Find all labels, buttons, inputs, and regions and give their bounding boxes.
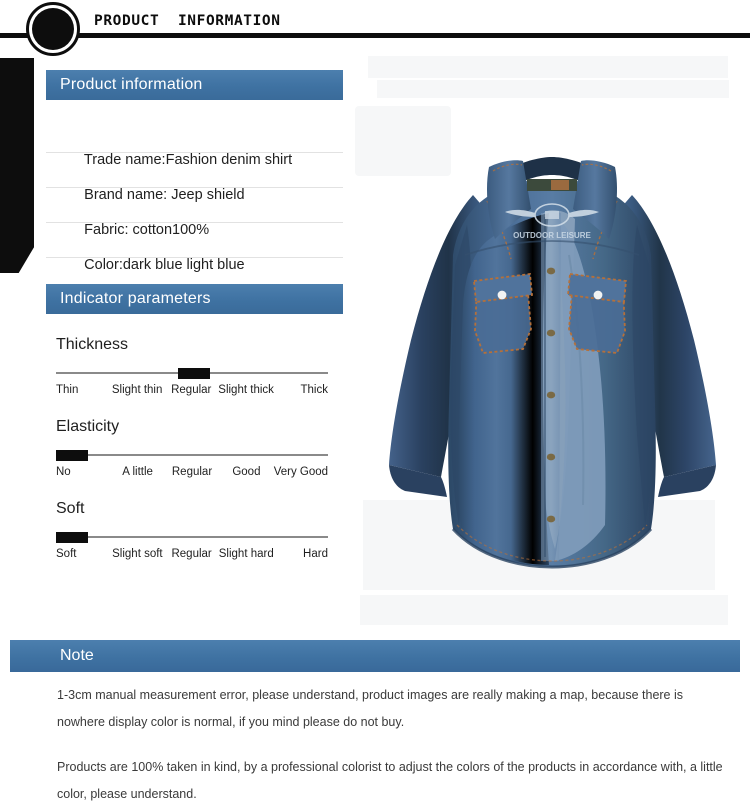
slider-tick-label: Slight thick xyxy=(218,384,274,396)
brand-logo-text: OUTDOOR LEISURE xyxy=(513,231,591,240)
info-row-trade-name: Trade name:Fashion denim shirt xyxy=(46,118,343,168)
param-title: Elasticity xyxy=(56,418,120,435)
slider-elasticity[interactable] xyxy=(56,450,328,461)
info-value: Fashion denim shirt xyxy=(165,152,293,168)
slider-tick-label: Soft xyxy=(56,548,77,560)
section-header-product-information: Product information xyxy=(46,70,343,100)
slider-track xyxy=(56,536,328,538)
param-block-soft: Soft Soft Slight soft Regular Slight har… xyxy=(46,500,343,560)
slider-tick-label: Regular xyxy=(171,384,212,396)
info-value: Jeep shield xyxy=(171,187,245,203)
slider-thumb[interactable] xyxy=(56,450,88,461)
neck-label-accent xyxy=(551,180,569,190)
slider-tick-labels: Soft Slight soft Regular Slight hard Har… xyxy=(56,548,328,560)
slider-tick-label: Thin xyxy=(56,384,79,396)
info-label: Brand name: xyxy=(84,187,172,203)
slider-tick-labels: Thin Slight thin Regular Slight thick Th… xyxy=(56,384,328,396)
background-panel xyxy=(368,56,728,78)
slider-thumb[interactable] xyxy=(178,368,211,379)
header-rule xyxy=(0,33,750,38)
slider-track xyxy=(56,454,328,456)
pocket-snap-button xyxy=(497,290,507,300)
shirt-left-chest-pocket xyxy=(473,272,533,354)
slider-thickness[interactable] xyxy=(56,368,328,379)
param-title: Thickness xyxy=(56,336,129,353)
slider-soft[interactable] xyxy=(56,532,328,543)
note-paragraph: Products are 100% taken in kind, by a pr… xyxy=(57,760,723,801)
section-header-note: Note xyxy=(10,640,740,672)
info-value: cotton100% xyxy=(132,222,210,238)
slider-thumb[interactable] xyxy=(56,532,88,543)
slider-tick-label: Regular xyxy=(171,548,212,560)
note-section: Note 1-3cm manual measurement error, ple… xyxy=(10,640,740,808)
slider-tick-label: Regular xyxy=(171,466,213,478)
slider-tick-label: Slight soft xyxy=(112,548,163,560)
slider-tick-label: Slight thin xyxy=(111,384,163,396)
slider-tick-label: No xyxy=(56,466,71,478)
denim-shirt-image: OUTDOOR LEISURE xyxy=(389,157,716,569)
left-content-column: Product information Trade name:Fashion d… xyxy=(46,70,343,560)
info-label: Color: xyxy=(84,257,123,273)
slider-tick-label: A little xyxy=(122,466,153,478)
indicator-parameters-section: Indicator parameters Thickness Thin Slig… xyxy=(46,284,343,560)
slider-tick-label: Thick xyxy=(300,384,328,396)
product-info-list: Trade name:Fashion denim shirt Brand nam… xyxy=(46,118,343,273)
pocket-snap-button xyxy=(593,290,603,300)
param-title: Soft xyxy=(56,500,85,517)
section-header-indicator-parameters: Indicator parameters xyxy=(46,284,343,314)
slider-tick-label: Slight hard xyxy=(218,548,274,560)
shirt-right-chest-pocket xyxy=(567,272,627,354)
param-block-elasticity: Elasticity No A little Regular Good Very… xyxy=(46,418,343,478)
slider-tick-label: Very Good xyxy=(273,466,329,478)
slider-tick-labels: No A little Regular Good Very Good xyxy=(56,466,328,478)
note-paragraph: 1-3cm manual measurement error, please u… xyxy=(57,688,684,729)
background-panel xyxy=(377,80,729,98)
slider-tick-label: Good xyxy=(232,466,261,478)
page-title: PRODUCT INFORMATION xyxy=(94,13,281,29)
info-label: Trade name: xyxy=(83,152,166,168)
shirt-left-front-panel xyxy=(458,213,549,565)
product-photo-panel: OUTDOOR LEISURE xyxy=(355,50,750,630)
filled-circle-badge-inner-icon xyxy=(32,8,74,50)
param-block-thickness: Thickness Thin Slight thin Regular Sligh… xyxy=(46,336,343,396)
info-label: Fabric: xyxy=(84,222,133,238)
decorative-left-bar xyxy=(0,58,34,273)
slider-tick-label: Hard xyxy=(303,548,328,560)
shirt-placket xyxy=(541,213,561,561)
info-value: dark blue light blue xyxy=(122,257,245,273)
